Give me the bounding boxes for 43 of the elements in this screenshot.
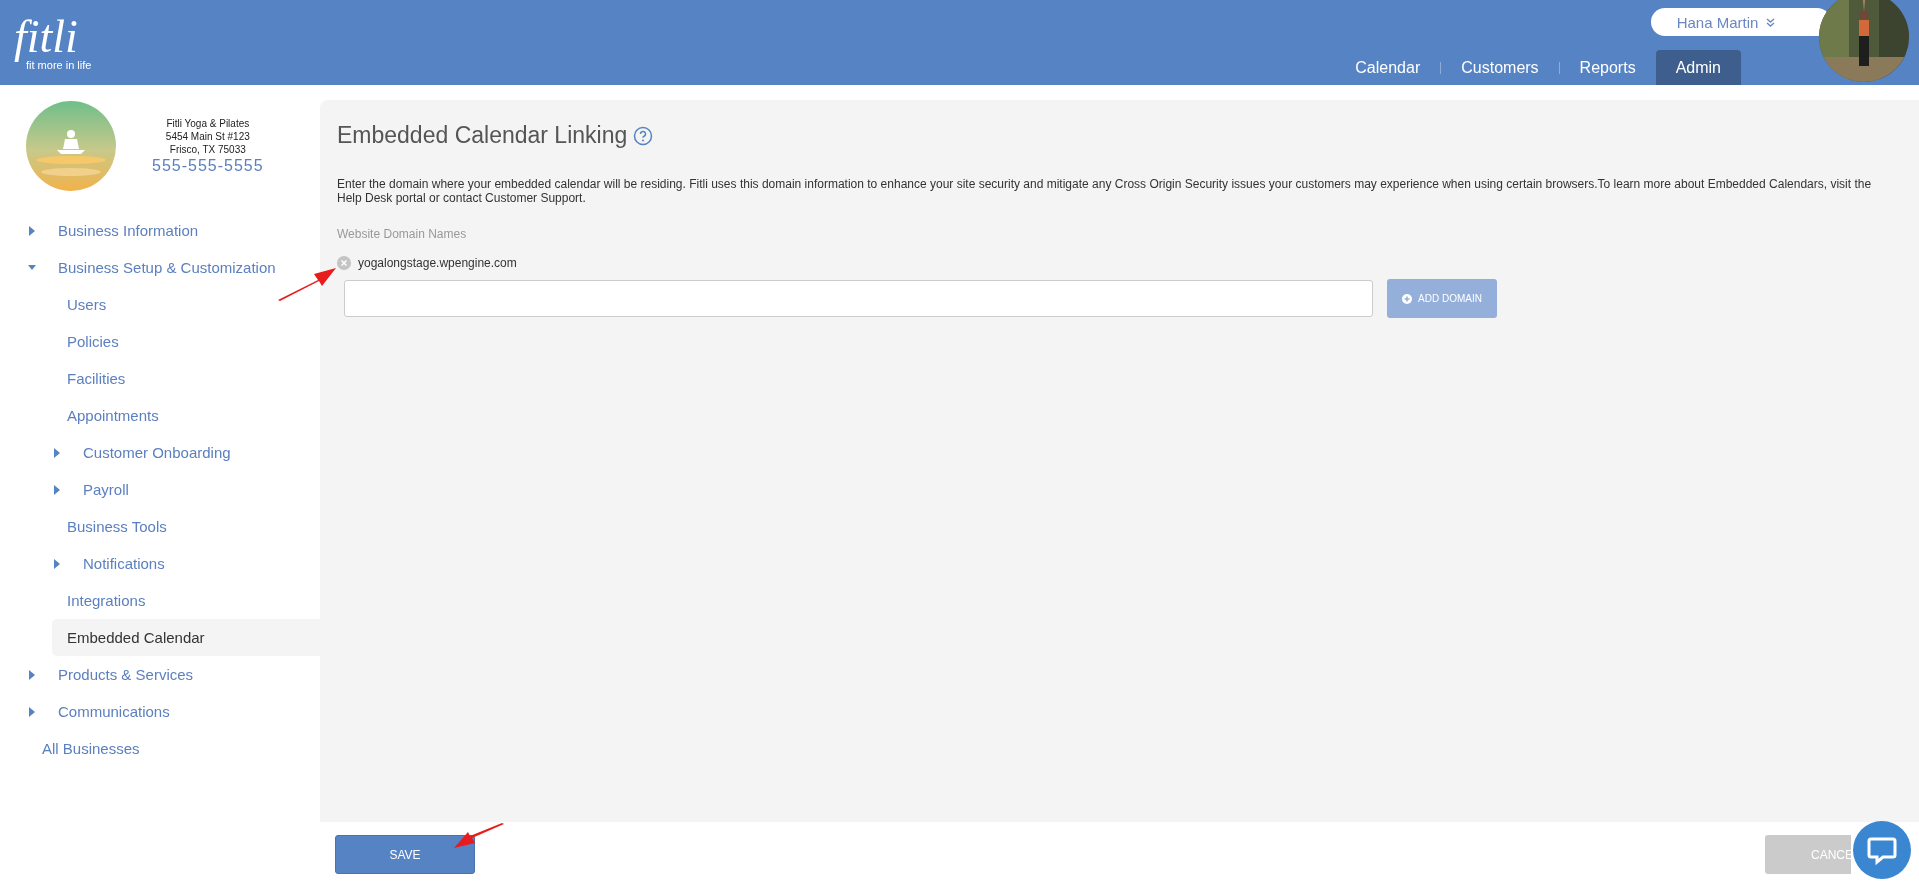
plus-icon — [1402, 293, 1413, 304]
sidebar-item[interactable]: Appointments — [0, 397, 320, 434]
nav-tab[interactable]: Admin — [1655, 50, 1741, 85]
sidebar-item[interactable]: Business Information — [0, 212, 320, 249]
business-city: Frisco, TX 75033 — [169, 143, 246, 155]
sidebar-item[interactable]: Communications — [0, 693, 320, 730]
domain-input[interactable] — [344, 280, 1373, 317]
sidebar-item[interactable]: Business Tools — [0, 508, 320, 545]
nav-tab[interactable]: Reports — [1559, 50, 1656, 85]
caret-icon — [53, 484, 61, 495]
sidebar-item[interactable]: Payroll — [0, 471, 320, 508]
add-domain-button[interactable]: ADD DOMAIN — [1387, 279, 1497, 318]
chat-icon[interactable] — [1853, 821, 1911, 879]
annotation-arrow — [452, 822, 506, 850]
sidebar-item[interactable]: Policies — [0, 323, 320, 360]
chevron-icon — [1766, 17, 1776, 27]
page-title: Embedded Calendar Linking — [337, 122, 628, 149]
domain-name: yogalongstage.wpengine.com — [358, 256, 517, 270]
sidebar-item[interactable]: All Businesses — [0, 730, 320, 767]
caret-icon — [53, 447, 61, 458]
sidebar-item[interactable]: Facilities — [0, 360, 320, 397]
caret-icon — [53, 558, 61, 569]
section-label: Website Domain Names — [337, 227, 468, 241]
nav-tab[interactable]: Calendar — [1335, 50, 1441, 85]
sidebar-item[interactable]: Users — [0, 286, 320, 323]
caret-icon — [28, 669, 36, 680]
caret-icon — [28, 225, 36, 236]
save-button[interactable]: SAVE — [335, 835, 475, 874]
sidebar-item[interactable]: Integrations — [0, 582, 320, 619]
sidebar-item[interactable]: Business Setup & Customization — [0, 249, 320, 286]
nav-tab[interactable]: Customers — [1441, 50, 1559, 85]
business-phone: 555-555-5555 — [152, 156, 264, 175]
annotation-arrow — [276, 266, 338, 302]
description: Enter the domain where your embedded calendar will be residing. Fitli uses this domain information to enhance your site security and mitigate any Cross Origin Security issues your customers may experience when using certain browsers.To learn more about Embedded Calendars, visit the Help Desk portal or contact Customer Support. — [337, 177, 1873, 205]
help-icon[interactable] — [633, 125, 654, 146]
sidebar-item[interactable]: Customer Onboarding — [0, 434, 320, 471]
logo-tagline: fit more in life — [26, 58, 92, 71]
sidebar-item[interactable]: Embedded Calendar — [52, 619, 320, 656]
caret-icon — [28, 706, 36, 717]
sidebar-item[interactable]: Notifications — [0, 545, 320, 582]
sidebar-item[interactable]: Products & Services — [0, 656, 320, 693]
business-street: 5454 Main St #123 — [165, 130, 250, 142]
business-name: Fitli Yoga & Pilates — [166, 117, 250, 129]
